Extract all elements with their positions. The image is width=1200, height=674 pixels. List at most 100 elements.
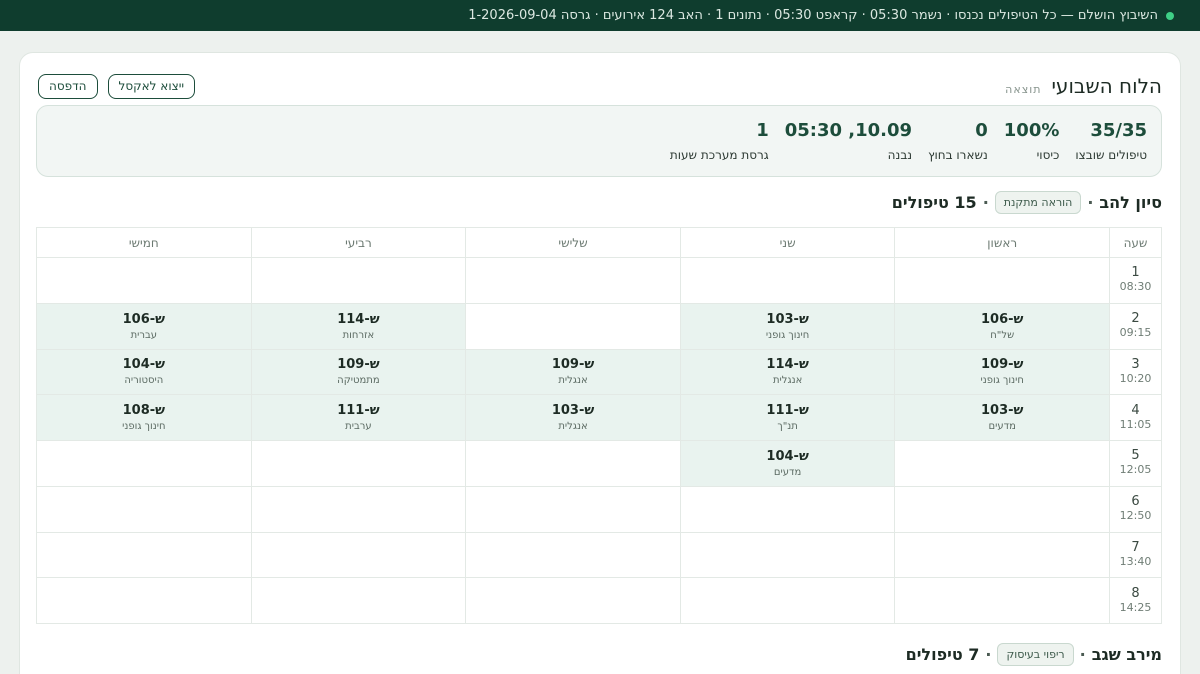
stat-value: 1 xyxy=(756,120,769,141)
lesson-room: ש-106 xyxy=(122,311,166,327)
lesson-cell[interactable]: ש-104 היסטוריה xyxy=(36,348,252,396)
empty-slot-cell[interactable] xyxy=(894,440,1110,487)
day-header: שלישי xyxy=(465,227,681,258)
hour-time: 10:20 xyxy=(1119,371,1152,385)
lesson-subject: מדעים xyxy=(988,421,1016,433)
hour-cell: 1 08:30 xyxy=(1109,257,1162,304)
hour-time: 12:05 xyxy=(1119,463,1152,477)
lesson-subject: חינוך גופני xyxy=(122,421,166,433)
stat-value: 10.09, 05:30 xyxy=(784,120,913,141)
print-button[interactable]: הדפסה xyxy=(38,73,98,99)
lesson-cell[interactable]: ש-109 אנגלית xyxy=(465,348,681,396)
status-bar: השיבוץ הושלם — כל הטיפולים נכנסו · נשמר … xyxy=(0,0,1200,31)
lesson-cell[interactable]: ש-114 אנגלית xyxy=(679,348,896,396)
empty-slot-cell[interactable] xyxy=(894,257,1110,304)
day-header: רביעי xyxy=(250,227,467,258)
page-title: הלוח השבועי xyxy=(1051,74,1162,98)
stat-value: 100% xyxy=(1003,120,1060,141)
empty-slot-cell[interactable] xyxy=(36,440,252,487)
empty-slot-cell[interactable] xyxy=(36,485,252,533)
weekly-board-card: הלוח השבועי תוצאה ייצוא לאקסל הדפסה 35/3… xyxy=(19,52,1181,674)
day-header: ראשון xyxy=(894,227,1110,258)
hour-cell: 2 09:15 xyxy=(1109,302,1162,350)
empty-slot-cell[interactable] xyxy=(36,531,252,579)
empty-slot-cell[interactable] xyxy=(465,531,681,579)
empty-slot-cell[interactable] xyxy=(36,577,252,624)
lesson-subject: מתמטיקה xyxy=(337,375,380,387)
schedule-row: 6 12:50 xyxy=(36,485,1162,533)
stat-coverage: 100% כיסוי xyxy=(1004,120,1060,162)
lesson-room: ש-103 xyxy=(981,403,1024,419)
stat-label: טיפולים שובצו xyxy=(1075,148,1147,162)
empty-slot-cell[interactable] xyxy=(465,577,681,624)
treatment-count: 7 טיפולים xyxy=(905,645,980,664)
title-group: הלוח השבועי תוצאה xyxy=(1005,74,1162,98)
empty-slot-cell[interactable] xyxy=(250,440,467,487)
empty-slot-cell[interactable] xyxy=(679,257,896,304)
empty-slot-cell[interactable] xyxy=(250,577,467,624)
page-eyebrow: תוצאה xyxy=(1005,83,1042,96)
teacher-name: סיון להב xyxy=(1099,193,1162,212)
lesson-cell[interactable]: ש-103 מדעים xyxy=(894,394,1110,441)
stat-label: כיסוי xyxy=(1036,148,1060,162)
empty-slot-cell[interactable] xyxy=(894,485,1110,533)
schedule-row: 8 14:25 xyxy=(36,577,1162,624)
empty-slot-cell[interactable] xyxy=(679,485,896,533)
lesson-room: ש-104 xyxy=(122,357,166,373)
lesson-cell[interactable]: ש-111 ערבית xyxy=(250,394,467,441)
teacher-section-header: מירב שגב · ריפוי בעיסוק · 7 טיפולים xyxy=(906,643,1162,666)
lesson-cell[interactable]: ש-106 עברית xyxy=(36,302,252,350)
lesson-cell[interactable]: ש-108 חינוך גופני xyxy=(36,394,252,441)
empty-slot-cell[interactable] xyxy=(36,257,252,304)
empty-slot-cell[interactable] xyxy=(894,531,1110,579)
schedule-row: 3 10:20 ש-109 חינוך גופני ש-114 אנגלית ש-109 אנ… xyxy=(36,348,1162,396)
hour-number: 7 xyxy=(1131,539,1140,555)
lesson-cell[interactable]: ש-114 אזרחות xyxy=(250,302,467,350)
status-text: השיבוץ הושלם — כל הטיפולים נכנסו · נשמר … xyxy=(468,8,1158,23)
empty-slot-cell[interactable] xyxy=(250,485,467,533)
lesson-subject: של"ח xyxy=(990,329,1015,341)
teacher-name: מירב שגב xyxy=(1091,645,1162,664)
hour-number: 5 xyxy=(1131,448,1140,464)
hour-time: 14:25 xyxy=(1119,600,1152,614)
schedule-row: 7 13:40 xyxy=(36,531,1162,579)
hour-number: 1 xyxy=(1131,265,1140,281)
lesson-subject: תנ"ך xyxy=(777,421,798,433)
lesson-cell[interactable]: ש-103 אנגלית xyxy=(465,394,681,441)
stat-placed: 35/35 טיפולים שובצו xyxy=(1075,120,1147,162)
separator: · xyxy=(1079,645,1086,664)
lesson-cell[interactable]: ש-106 של"ח xyxy=(894,302,1110,350)
hour-cell: 5 12:05 xyxy=(1109,440,1162,487)
lesson-room: ש-114 xyxy=(337,311,380,327)
lesson-cell[interactable]: ש-104 מדעים xyxy=(679,440,896,487)
lesson-room: ש-111 xyxy=(766,403,809,419)
empty-slot-cell[interactable] xyxy=(679,531,896,579)
empty-slot-cell[interactable] xyxy=(679,577,896,624)
lesson-cell[interactable]: ש-109 חינוך גופני xyxy=(894,348,1110,396)
hour-cell: 6 12:50 xyxy=(1109,485,1162,533)
export-excel-button[interactable]: ייצוא לאקסל xyxy=(107,73,196,99)
lesson-cell[interactable]: ש-109 מתמטיקה xyxy=(250,348,467,396)
empty-slot-cell[interactable] xyxy=(250,531,467,579)
lesson-cell[interactable]: ש-111 תנ"ך xyxy=(679,394,896,441)
lesson-room: ש-109 xyxy=(337,357,380,373)
lesson-room: ש-109 xyxy=(981,357,1024,373)
lesson-cell[interactable]: ש-103 חינוך גופני xyxy=(679,302,896,350)
lesson-subject: אזרחות xyxy=(342,329,375,341)
separator: · xyxy=(982,193,989,212)
day-header: שני xyxy=(679,227,896,258)
hour-number: 8 xyxy=(1131,585,1140,601)
empty-slot-cell[interactable] xyxy=(465,485,681,533)
empty-slot-cell[interactable] xyxy=(465,257,681,304)
hour-cell: 8 14:25 xyxy=(1109,577,1162,624)
stat-built: 10.09, 05:30 נבנה xyxy=(785,120,912,162)
empty-slot-cell[interactable] xyxy=(250,257,467,304)
empty-slot-cell[interactable] xyxy=(465,302,681,350)
empty-slot-cell[interactable] xyxy=(465,440,681,487)
schedule-header-row: שעה ראשון שני שלישי רביעי חמישי xyxy=(36,227,1162,258)
treatment-count: 15 טיפולים xyxy=(891,193,977,212)
hour-number: 3 xyxy=(1131,356,1140,372)
teacher-section-header: סיון להב · הוראה מתקנת · 15 טיפולים xyxy=(892,191,1162,214)
lesson-room: ש-109 xyxy=(551,357,595,373)
empty-slot-cell[interactable] xyxy=(894,577,1110,624)
